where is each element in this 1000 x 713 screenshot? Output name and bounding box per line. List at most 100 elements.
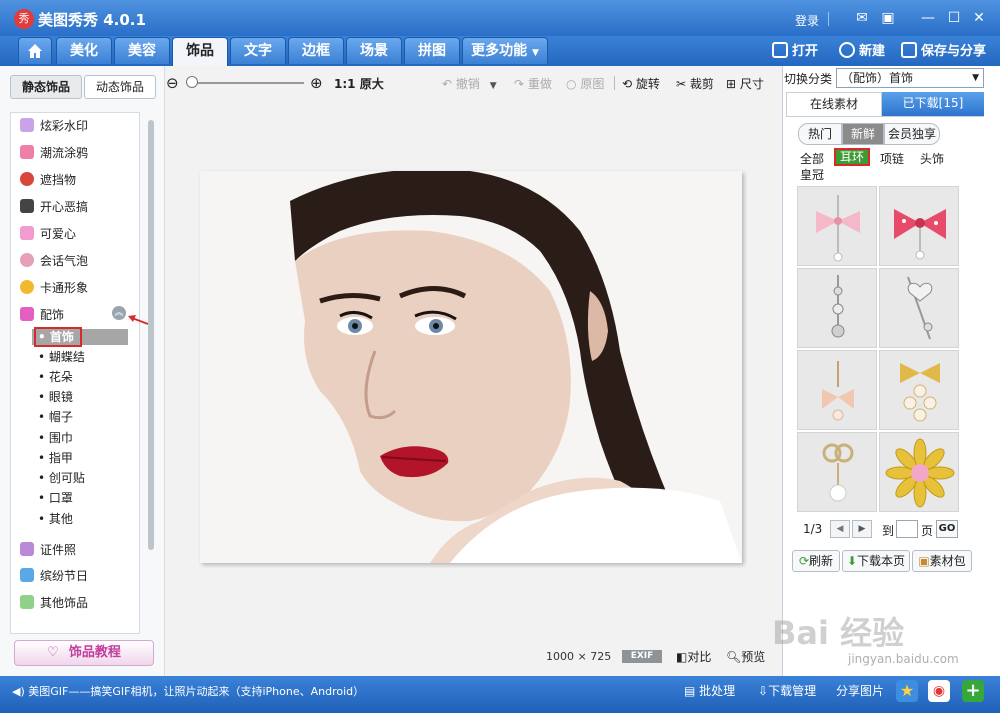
rotate-button[interactable]: ⟲ 旋转 (622, 75, 660, 92)
tutorial-button[interactable]: ♡ 饰品教程 (14, 640, 154, 666)
earring-thumbnail[interactable] (879, 350, 959, 430)
earring-thumbnail[interactable] (797, 432, 877, 512)
zoom-slider-handle[interactable] (186, 76, 198, 88)
tab-text[interactable]: 文字 (230, 37, 286, 64)
tab-scene[interactable]: 场景 (346, 37, 402, 64)
earring-thumbnail[interactable] (797, 268, 877, 348)
category-item[interactable]: 其他饰品 (20, 592, 88, 614)
heart-icon (20, 226, 34, 240)
earring-thumbnail[interactable] (797, 186, 877, 266)
feedback-icon[interactable]: ▣ (878, 8, 898, 28)
page-number-input[interactable] (896, 520, 918, 538)
pill-hot[interactable]: 热门 (798, 123, 842, 145)
tab-beautify[interactable]: 美化 (56, 37, 112, 64)
zoom-in-icon[interactable]: ⊕ (310, 74, 323, 92)
category-item[interactable]: 开心恶搞 (20, 196, 88, 218)
next-page-button[interactable]: ▶ (852, 520, 872, 538)
redo-button[interactable]: ↷ 重做 (514, 75, 552, 92)
save-share-button[interactable]: 保存与分享 (901, 40, 986, 59)
weibo-icon[interactable]: ◉ (928, 680, 950, 702)
red-arrow-annotation (128, 315, 149, 325)
watermark-url: jingyan.baidu.com (848, 652, 959, 666)
earring-thumbnail[interactable] (797, 350, 877, 430)
tab-more-features[interactable]: 更多功能 ▼ (462, 37, 548, 64)
share-button[interactable]: 分享图片 (836, 682, 884, 699)
pill-member-exclusive[interactable]: 会员独享 (884, 123, 940, 145)
subcategory-item[interactable]: • 其他 (38, 510, 73, 528)
download-page-button[interactable]: ⬇下载本页 (842, 550, 910, 572)
subcategory-item[interactable]: • 眼镜 (38, 388, 73, 406)
category-item[interactable]: 证件照 (20, 539, 76, 561)
material-pack-button[interactable]: ▣素材包 (912, 550, 972, 572)
pill-fresh[interactable]: 新鲜 (842, 123, 884, 145)
actual-size-button[interactable]: 1:1 原大 (334, 75, 384, 92)
subcat-crown[interactable]: 皇冠 (800, 166, 824, 183)
earring-thumbnail[interactable] (879, 268, 959, 348)
category-item[interactable]: 缤纷节日 (20, 565, 88, 587)
subcategory-item-selected[interactable]: • 首饰 (38, 328, 74, 346)
download-manager-button[interactable]: ⇩下载管理 (758, 682, 816, 699)
category-item[interactable]: 潮流涂鸦 (20, 142, 88, 164)
tab-static-accessories[interactable]: 静态饰品 (10, 75, 82, 99)
zoom-out-icon[interactable]: ⊖ (166, 74, 179, 92)
photo-canvas[interactable] (200, 171, 742, 563)
preview-button[interactable]: 🔍︎预览 (726, 648, 765, 665)
new-button[interactable]: 新建 (839, 40, 885, 59)
category-item[interactable]: 可爱心 (20, 223, 76, 245)
mask-icon (20, 172, 34, 186)
zoom-slider[interactable] (186, 82, 304, 84)
subcategory-item[interactable]: • 花朵 (38, 368, 73, 386)
image-dimensions: 1000 × 725 (546, 650, 611, 663)
chevron-down-icon: ▼ (531, 48, 539, 58)
star-icon[interactable]: ★ (896, 680, 918, 702)
tab-online-materials[interactable]: 在线素材 (786, 92, 882, 116)
refresh-button[interactable]: ⟳刷新 (792, 550, 840, 572)
subcategory-item[interactable]: • 指甲 (38, 449, 73, 467)
subcategory-item[interactable]: • 口罩 (38, 489, 73, 507)
subcategory-item[interactable]: • 创可贴 (38, 469, 85, 487)
tab-home[interactable] (18, 37, 52, 64)
batch-button[interactable]: ▤ 批处理 (684, 682, 735, 699)
left-scrollbar[interactable] (148, 120, 154, 550)
tab-dynamic-accessories[interactable]: 动态饰品 (84, 75, 156, 99)
news-ticker[interactable]: ◀) 美图GIF——搞笑GIF相机，让照片动起来（支持iPhone、Androi… (12, 683, 364, 699)
undo-button[interactable]: ↶ 撤销 ▼ (442, 75, 497, 92)
category-item-expanded[interactable]: 配饰 (20, 304, 64, 326)
open-button[interactable]: 打开 (772, 40, 818, 59)
category-item[interactable]: 炫彩水印 (20, 115, 88, 137)
minimize-button[interactable]: — (918, 8, 938, 28)
subcategory-item[interactable]: • 围巾 (38, 429, 73, 447)
go-button[interactable]: GO (936, 520, 958, 538)
subcat-all[interactable]: 全部 (800, 150, 824, 167)
subcategory-item[interactable]: • 蝴蝶结 (38, 348, 85, 366)
tab-collage[interactable]: 拼图 (404, 37, 460, 64)
original-size-label: 原大 (359, 77, 384, 91)
title-divider (828, 12, 829, 26)
crop-button[interactable]: ✂ 裁剪 (676, 75, 714, 92)
earring-thumbnail[interactable] (879, 432, 959, 512)
subcat-necklace[interactable]: 项链 (880, 150, 904, 167)
category-item[interactable]: 遮挡物 (20, 169, 76, 191)
category-item[interactable]: 卡通形象 (20, 277, 88, 299)
add-icon[interactable]: + (962, 680, 984, 702)
tab-beauty[interactable]: 美容 (114, 37, 170, 64)
earring-thumbnail[interactable] (879, 186, 959, 266)
message-icon[interactable]: ✉ (852, 8, 872, 28)
prev-page-button[interactable]: ◀ (830, 520, 850, 538)
exif-button[interactable]: EXIF (622, 650, 662, 663)
resize-button[interactable]: ⊞ 尺寸 (726, 75, 764, 92)
subcategory-item[interactable]: • 帽子 (38, 408, 73, 426)
login-link[interactable]: 登录 (795, 12, 819, 29)
original-image-button[interactable]: ○ 原图 (566, 75, 604, 92)
subcat-headwear[interactable]: 头饰 (920, 150, 944, 167)
compare-button[interactable]: ◧对比 (676, 648, 711, 665)
tab-frame[interactable]: 边框 (288, 37, 344, 64)
subcat-earrings-selected[interactable]: 耳环 (834, 148, 870, 166)
tab-accessories[interactable]: 饰品 (172, 37, 228, 66)
category-item[interactable]: 会话气泡 (20, 250, 88, 272)
close-button[interactable]: ✕ (969, 8, 989, 28)
category-select[interactable]: （配饰）首饰 ▼ (836, 68, 984, 88)
tab-downloaded[interactable]: 已下载[15] (882, 92, 984, 116)
pink-bow-earring-icon (816, 195, 860, 262)
maximize-button[interactable]: ☐ (944, 8, 964, 28)
